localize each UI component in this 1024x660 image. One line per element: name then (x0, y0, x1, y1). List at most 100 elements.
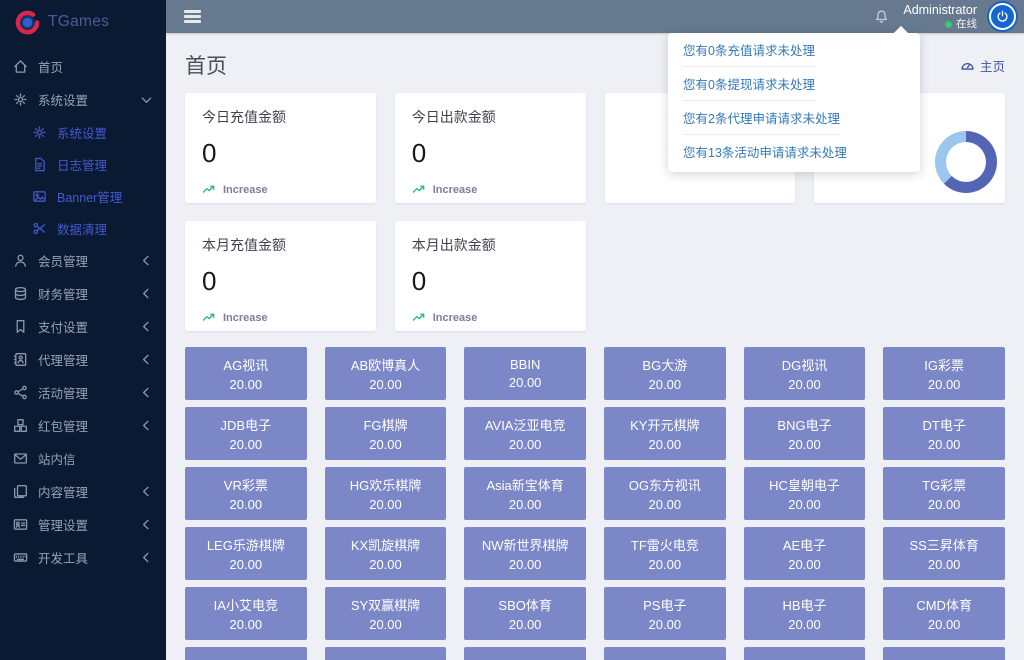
game-button[interactable]: IA小艾电竞 20.00 (185, 587, 307, 640)
game-name: IA小艾电竞 (214, 595, 278, 614)
game-button[interactable]: BNG电子20.00 (744, 407, 866, 460)
sidebar-item-log-file[interactable]: 日志管理 (0, 148, 166, 180)
game-button[interactable]: DG视讯20.00 (744, 347, 866, 400)
sidebar-item-keyboard[interactable]: 开发工具 (0, 541, 166, 574)
game-button[interactable] (744, 647, 866, 660)
sidebar-item-label: 财务管理 (38, 284, 88, 303)
game-button[interactable]: NW新世界棋牌20.00 (464, 527, 586, 580)
game-button[interactable]: TG彩票20.00 (883, 467, 1005, 520)
game-button[interactable] (883, 647, 1005, 660)
stat-value: 0 (202, 138, 359, 169)
game-value: 20.00 (788, 377, 821, 392)
sidebar-item-gears[interactable]: 系统设置 (0, 83, 166, 116)
notification-item[interactable]: 您有0条提现请求未处理 (668, 67, 920, 101)
sidebar-item-contact-card[interactable]: 代理管理 (0, 343, 166, 376)
sidebar-item-gear[interactable]: 系统设置 (0, 116, 166, 148)
sidebar-item-label: 开发工具 (38, 548, 88, 567)
game-button[interactable]: KY开元棋牌20.00 (604, 407, 726, 460)
game-button[interactable] (604, 647, 726, 660)
sidebar-item-home[interactable]: 首页 (0, 50, 166, 83)
sidebar-item-image[interactable]: Banner管理 (0, 180, 166, 212)
game-button[interactable]: VR彩票20.00 (185, 467, 307, 520)
game-button[interactable]: BG大游20.00 (604, 347, 726, 400)
bell-icon[interactable] (872, 7, 891, 26)
game-button[interactable]: LEG乐游棋牌20.00 (185, 527, 307, 580)
game-button[interactable]: TF雷火电竞20.00 (604, 527, 726, 580)
game-value: 20.00 (509, 617, 542, 632)
game-button[interactable]: HB电子20.00 (744, 587, 866, 640)
sidebar-item-copy[interactable]: 内容管理 (0, 475, 166, 508)
game-button[interactable]: JDB电子 20.00 (185, 407, 307, 460)
trend-up-icon (412, 310, 427, 325)
game-value: 20.00 (928, 437, 961, 452)
breadcrumb[interactable]: 主页 (960, 56, 1005, 75)
game-button[interactable]: AB欧博真人20.00 (325, 347, 447, 400)
game-value: 20.00 (509, 437, 542, 452)
game-name: HB电子 (782, 595, 826, 614)
sidebar-item-user[interactable]: 会员管理 (0, 244, 166, 277)
game-button[interactable]: SY双赢棋牌20.00 (325, 587, 447, 640)
game-button[interactable]: AE电子20.00 (744, 527, 866, 580)
game-value: 20.00 (369, 557, 402, 572)
game-button[interactable]: CMD体育20.00 (883, 587, 1005, 640)
game-button[interactable] (185, 647, 307, 660)
sidebar-item-database[interactable]: 财务管理 (0, 277, 166, 310)
game-name: HC皇朝电子 (769, 475, 840, 494)
game-button[interactable]: PS电子20.00 (604, 587, 726, 640)
game-button[interactable]: DT电子20.00 (883, 407, 1005, 460)
sidebar-item-label: Banner管理 (57, 187, 122, 206)
game-button[interactable]: KX凯旋棋牌20.00 (325, 527, 447, 580)
sidebar-item-label: 支付设置 (38, 317, 88, 336)
sidebar-item-envelope[interactable]: 站内信 (0, 442, 166, 475)
online-status-label: 在线 (956, 18, 977, 32)
game-button[interactable]: AG视讯20.00 (185, 347, 307, 400)
game-button[interactable]: AVIA泛亚电竞20.00 (464, 407, 586, 460)
notification-item[interactable]: 您有13条活动申请请求未处理 (668, 135, 920, 168)
game-button[interactable]: BBIN20.00 (464, 347, 586, 400)
game-button[interactable]: Asia新宝体育20.00 (464, 467, 586, 520)
sidebar-item-share[interactable]: 活动管理 (0, 376, 166, 409)
game-name: JDB电子 (221, 415, 272, 434)
game-value: 20.00 (509, 557, 542, 572)
sidebar-item-id-card[interactable]: 管理设置 (0, 508, 166, 541)
game-button[interactable]: OG东方视讯20.00 (604, 467, 726, 520)
sidebar-item-scissors[interactable]: 数据清理 (0, 212, 166, 244)
notifications-list: 您有0条充值请求未处理您有0条提现请求未处理您有2条代理申请请求未处理您有13条… (668, 33, 920, 168)
game-name: Asia新宝体育 (487, 475, 564, 494)
topbar: Administrator 在线 (166, 0, 1024, 33)
donut-chart (935, 131, 997, 193)
game-button[interactable] (464, 647, 586, 660)
stat-footer-label: Increase (223, 184, 268, 196)
sidebar-item-label: 活动管理 (38, 383, 88, 402)
bookmark-icon (13, 319, 29, 334)
game-button[interactable]: SS三昇体育20.00 (883, 527, 1005, 580)
game-button[interactable]: HG欢乐棋牌 20.00 (325, 467, 447, 520)
game-name: HG欢乐棋牌 (350, 475, 422, 494)
game-value: 20.00 (230, 437, 263, 452)
game-button[interactable]: HC皇朝电子20.00 (744, 467, 866, 520)
game-button[interactable]: FG棋牌 20.00 (325, 407, 447, 460)
online-dot-icon (945, 21, 952, 28)
keyboard-icon (13, 550, 29, 565)
brand[interactable]: TGames (0, 0, 166, 44)
stat-card-month-deposit: 本月充值金额 0 Increase (185, 221, 376, 331)
menu-toggle-button[interactable] (180, 6, 205, 27)
sidebar-item-label: 站内信 (38, 449, 76, 468)
brand-logo-icon (15, 10, 40, 35)
game-button[interactable]: SBO体育20.00 (464, 587, 586, 640)
game-value: 20.00 (369, 497, 402, 512)
sidebar-item-bookmark[interactable]: 支付设置 (0, 310, 166, 343)
game-button[interactable] (325, 647, 447, 660)
sidebar-menu: 首页系统设置系统设置日志管理Banner管理数据清理会员管理财务管理支付设置代理… (0, 44, 166, 574)
game-value: 20.00 (230, 617, 263, 632)
sidebar-item-cubes[interactable]: 红包管理 (0, 409, 166, 442)
notification-text: 您有0条提现请求未处理 (683, 74, 815, 101)
stat-footer-label: Increase (433, 184, 478, 196)
logout-power-button[interactable] (989, 3, 1016, 30)
notification-item[interactable]: 您有2条代理申请请求未处理 (668, 101, 920, 135)
game-name: FG棋牌 (363, 415, 407, 434)
game-button[interactable]: IG彩票20.00 (883, 347, 1005, 400)
game-value: 20.00 (369, 437, 402, 452)
notification-item[interactable]: 您有0条充值请求未处理 (668, 33, 920, 67)
user-block[interactable]: Administrator 在线 (903, 2, 977, 32)
